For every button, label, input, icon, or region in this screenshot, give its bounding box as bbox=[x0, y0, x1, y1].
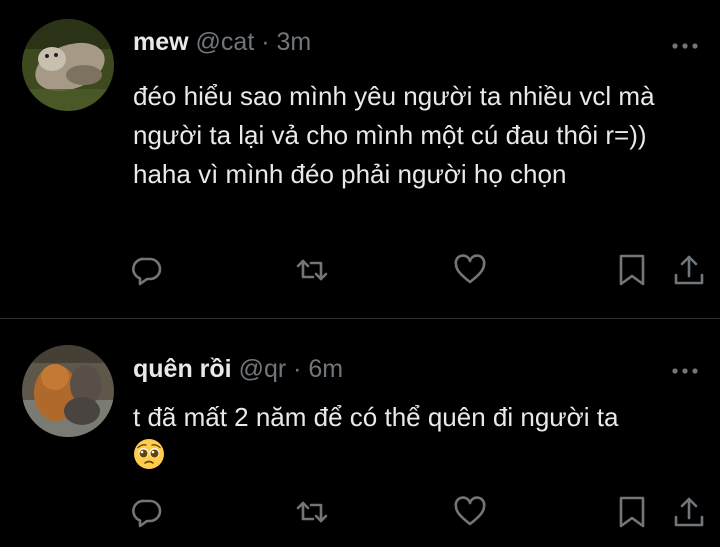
reply-icon[interactable] bbox=[130, 495, 164, 529]
retweet-icon[interactable] bbox=[295, 495, 329, 529]
tweet-text-content: t đã mất 2 năm để có thể quên đi người t… bbox=[133, 402, 619, 432]
tweet[interactable]: mew @cat · 3m đéo hiểu sao mình yêu ngườ… bbox=[0, 0, 720, 319]
retweet-icon[interactable] bbox=[295, 253, 329, 287]
handle[interactable]: @qr bbox=[239, 355, 287, 383]
timestamp[interactable]: 6m bbox=[308, 355, 343, 383]
more-icon[interactable] bbox=[670, 363, 700, 374]
tweet-text: t đã mất 2 năm để có thể quên đi người t… bbox=[133, 398, 703, 476]
handle[interactable]: @cat bbox=[196, 28, 255, 56]
tweet-text: đéo hiểu sao mình yêu người ta nhiều vcl… bbox=[133, 81, 655, 189]
tweet-header: mew @cat · 3m bbox=[133, 27, 311, 57]
bookmark-icon[interactable] bbox=[615, 495, 649, 529]
avatar[interactable] bbox=[22, 19, 114, 111]
action-bar bbox=[0, 495, 720, 529]
tweet[interactable]: quên rồi @qr · 6m t đã mất 2 năm để có t… bbox=[0, 319, 720, 547]
avatar[interactable] bbox=[22, 345, 114, 437]
share-icon[interactable] bbox=[672, 253, 706, 287]
separator: · bbox=[286, 355, 309, 383]
bookmark-icon[interactable] bbox=[615, 253, 649, 287]
display-name[interactable]: quên rồi bbox=[133, 355, 232, 383]
like-icon[interactable] bbox=[453, 495, 487, 529]
tweet-header: quên rồi @qr · 6m bbox=[133, 354, 343, 384]
share-icon[interactable] bbox=[672, 495, 706, 529]
separator: · bbox=[254, 28, 277, 56]
pleading-face-icon bbox=[133, 438, 165, 470]
display-name[interactable]: mew bbox=[133, 28, 189, 56]
reply-icon[interactable] bbox=[130, 253, 164, 287]
like-icon[interactable] bbox=[453, 253, 487, 287]
action-bar bbox=[0, 253, 720, 287]
timestamp[interactable]: 3m bbox=[277, 28, 312, 56]
more-icon[interactable] bbox=[670, 38, 700, 49]
